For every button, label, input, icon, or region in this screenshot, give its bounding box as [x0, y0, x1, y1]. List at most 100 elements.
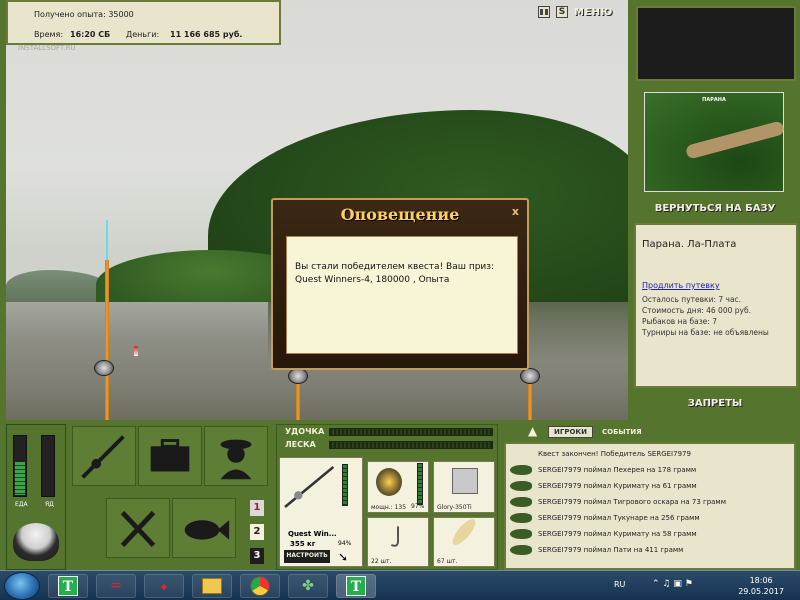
dialog-title: Оповещение: [340, 205, 460, 224]
fisherman-icon: [220, 439, 252, 480]
extend-permit-link[interactable]: Продлить путевку: [642, 281, 720, 290]
setup-button[interactable]: НАСТРОИТЬ: [284, 550, 330, 563]
location-info: Парана. Ла-Плата Продлить путевку Остало…: [634, 223, 798, 388]
river-icon: [684, 120, 786, 160]
return-to-base-button[interactable]: ВЕРНУТЬСЯ НА БАЗУ: [630, 203, 800, 214]
klev-app-icon: ◆: [160, 581, 168, 591]
food-pot-icon[interactable]: [13, 523, 59, 561]
fisherman-button[interactable]: [204, 426, 268, 486]
rod-icon: [284, 466, 335, 508]
fishers-count: Рыбаков на базе: 7: [642, 317, 717, 326]
list-item: SERGEI7979 поймал Пати на 411 грамм: [510, 542, 683, 558]
gear-panel: УДОЧКА ЛЕСКА 94% Quest Win... 355 кг НАС…: [276, 424, 498, 570]
fish-icon: [510, 545, 532, 555]
fishing-app-icon: ♒: [110, 578, 122, 594]
dialog-message-line2: Quest Winners-4, 180000 , Опыта: [295, 275, 450, 285]
day-cost: Стоимость дня: 46 000 руб.: [642, 306, 751, 315]
fish-icon: [510, 529, 532, 539]
line-slot[interactable]: Glory-350Ti: [433, 461, 495, 513]
taskbar-app-chrome[interactable]: [240, 574, 280, 598]
fishing-rod[interactable]: [105, 260, 109, 420]
poison-label: ЯД: [45, 501, 54, 508]
player-info: Получено опыта: 35000 Время: 16:20 СБ Де…: [6, 0, 281, 45]
top-buttons: S МЕНЮ: [538, 6, 613, 18]
rod-tip: [106, 220, 108, 265]
chrome-icon: [250, 576, 270, 596]
catch-button[interactable]: [172, 498, 236, 558]
location-title: Парана. Ла-Плата: [642, 239, 737, 250]
tab-events[interactable]: СОБЫТИЯ: [597, 427, 647, 437]
reel-icon[interactable]: [94, 360, 114, 376]
tray-icons[interactable]: ⌃ ♫ ▣ ⚑: [652, 579, 693, 589]
close-icon[interactable]: x: [512, 205, 519, 218]
tools-panel: 1 2 3: [68, 424, 274, 570]
taskbar-app-t[interactable]: T: [48, 574, 88, 598]
system-clock[interactable]: 18:06 29.05.2017: [738, 575, 784, 597]
arrow-icon: ➘: [338, 550, 349, 564]
location-photo[interactable]: ПАРАНА: [644, 92, 786, 192]
taskbar-app-t2[interactable]: T: [336, 574, 376, 598]
rod-durability-pct: 94%: [338, 540, 352, 547]
sound-button[interactable]: S: [556, 6, 568, 18]
reel-durability-pct: 97%: [411, 503, 425, 510]
hooks-slot[interactable]: 22 шт.: [367, 517, 429, 567]
reel-icon[interactable]: [288, 368, 308, 384]
kitchen-button[interactable]: [106, 498, 170, 558]
bans-button[interactable]: ЗАПРЕТЫ: [630, 398, 800, 409]
windows-start-button[interactable]: [4, 572, 40, 600]
language-indicator[interactable]: RU: [614, 580, 625, 589]
reel-icon: [376, 468, 402, 496]
tournaments: Турниры на базе: не объявлены: [642, 328, 769, 337]
hook-icon: [390, 526, 399, 547]
t-app-icon: T: [58, 576, 78, 596]
rods-button[interactable]: [72, 426, 136, 486]
poison-bar: [41, 435, 55, 497]
pause-icon[interactable]: [538, 6, 550, 18]
right-panel: ПАРАНА ВЕРНУТЬСЯ НА БАЗУ Парана. Ла-Плат…: [630, 0, 800, 420]
float-icon: [134, 346, 138, 356]
event-tabs: ИГРОКИ СОБЫТИЯ: [548, 426, 647, 438]
bait-icon: [449, 515, 479, 549]
location-photo-caption: ПАРАНА: [702, 97, 726, 103]
rod-icon: [81, 435, 125, 479]
rod-slot[interactable]: 94% Quest Win... 355 кг НАСТРОИТЬ ➘: [279, 457, 363, 567]
fish-icon: [510, 513, 532, 523]
list-item: SERGEI7979 поймал Тукунаре на 256 грамм: [510, 510, 700, 526]
money-label: Деньги:: [126, 30, 160, 39]
line-tension-bar: [329, 441, 493, 449]
notification-dialog: Оповещение x Вы стали победителем квеста…: [271, 198, 529, 370]
food-level: [15, 462, 25, 495]
events-feed: Квест закончен! Победитель SERGEI7979 SE…: [504, 442, 796, 570]
money-value: 11 166 685 руб.: [170, 30, 243, 39]
rod-name: Quest Win...: [288, 530, 337, 538]
rod-slot-2-button[interactable]: 2: [250, 524, 264, 540]
menu-button[interactable]: МЕНЮ: [574, 7, 613, 18]
bait-slot[interactable]: 67 шт.: [433, 515, 495, 567]
taskbar: T ♒ ◆ ✤ T RU ⌃ ♫ ▣ ⚑ 18:06 29.05.2017: [0, 570, 800, 600]
reel-icon[interactable]: [520, 368, 540, 384]
permit-remaining: Осталось путевки: 7 час.: [642, 295, 742, 304]
fork-knife-icon: [120, 510, 156, 548]
rod-slot-3-button[interactable]: 3: [250, 548, 264, 564]
tackle-box-icon: [150, 439, 190, 472]
fish-icon: [184, 520, 230, 540]
list-item: SERGEI7979 поймал Пехерея на 178 грамм: [510, 462, 696, 478]
arrow-up-icon[interactable]: ▲: [528, 424, 537, 438]
hooks-count: 22 шт.: [371, 558, 392, 565]
taskbar-app-fishing[interactable]: ♒: [96, 574, 136, 598]
time-value: 16:20 СБ: [70, 30, 111, 39]
tab-players[interactable]: ИГРОКИ: [548, 426, 593, 438]
clock-time: 18:06: [749, 576, 773, 585]
reel-power: мощн.: 135: [371, 504, 407, 511]
list-item: SERGEI7979 поймал Тигрового оскара на 73…: [510, 494, 726, 510]
taskbar-app-butterfly[interactable]: ✤: [288, 574, 328, 598]
taskbar-app-klev[interactable]: ◆: [144, 574, 184, 598]
rod-tension-bar: [329, 428, 493, 436]
line-label: ЛЕСКА: [285, 440, 316, 449]
events-panel: ▲ ИГРОКИ СОБЫТИЯ Квест закончен! Победит…: [500, 420, 800, 570]
tackle-box-button[interactable]: [138, 426, 202, 486]
folder-icon: [202, 578, 222, 594]
taskbar-app-explorer[interactable]: [192, 574, 232, 598]
rod-slot-1-button[interactable]: 1: [250, 500, 264, 516]
watermark: INSTALLSOFT.RU: [18, 44, 76, 52]
